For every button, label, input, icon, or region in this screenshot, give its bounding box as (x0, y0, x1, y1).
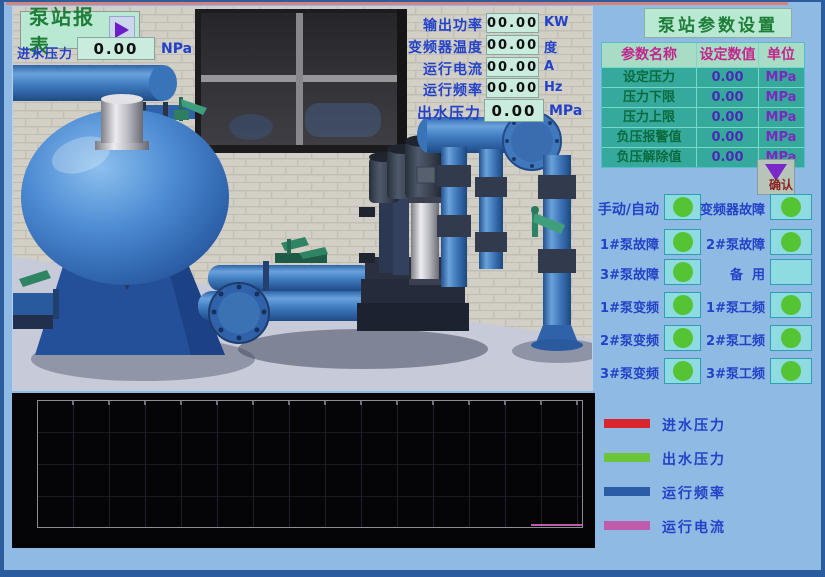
status-label: 2#泵变频 (595, 330, 659, 349)
confirm-button-label: 确认 (769, 176, 793, 193)
status-lamp-pump3-mains (770, 358, 812, 384)
param-name: 负压解除值 (602, 148, 696, 167)
table-row: 设定压力 0.00 MPa (602, 67, 804, 87)
right-panel: 泵站参数设置 参数名称 设定数值 单位 设定压力 0.00 MPa 压力下限 0… (595, 2, 825, 577)
status-lamp-vfd-fault (770, 194, 812, 220)
legend-label: 运行电流 (662, 517, 726, 537)
readout-value: 00.00 (486, 13, 539, 33)
param-name: 负压报警值 (602, 128, 696, 147)
readout-label: 运行电流 (397, 59, 483, 79)
status-label: 3#泵变频 (595, 363, 659, 382)
param-value[interactable]: 0.00 (696, 88, 758, 107)
outlet-pressure-unit: MPa (549, 103, 582, 119)
readout-label: 输出功率 (397, 15, 483, 35)
param-value[interactable]: 0.00 (696, 68, 758, 87)
readout-value: 00.00 (486, 35, 539, 55)
status-label: 1#泵故障 (595, 234, 659, 253)
status-label: 2#泵工频 (695, 330, 765, 349)
status-lamp-spare (770, 259, 812, 285)
outlet-pressure-value: 0.00 (484, 99, 544, 122)
status-label: 3#泵工频 (695, 363, 765, 382)
param-unit: MPa (758, 128, 803, 147)
param-name: 压力下限 (602, 88, 696, 107)
readout-unit: 度 (544, 37, 557, 56)
readout-value: 00.00 (486, 78, 539, 98)
legend-swatch-outlet (604, 453, 650, 462)
chart-top-ticks (38, 401, 582, 405)
table-row: 负压报警值 0.00 MPa (602, 127, 804, 147)
readout-label: 运行频率 (397, 80, 483, 100)
outlet-pressure-label: 出水压力 (389, 102, 481, 123)
inlet-pressure-value: 0.00 (77, 37, 155, 60)
settings-table-header: 参数名称 设定数值 单位 (602, 43, 804, 67)
status-lamp-pump1-mains (770, 292, 812, 318)
readout-label: 变频器温度 (397, 37, 483, 57)
status-label: 1#泵变频 (595, 297, 659, 316)
status-lamp-pump2-mains (770, 325, 812, 351)
trend-pen-current (531, 524, 583, 526)
settings-title: 泵站参数设置 (644, 8, 792, 38)
legend-swatch-frequency (604, 487, 650, 496)
readout-unit: KW (544, 15, 568, 30)
param-unit: MPa (758, 88, 803, 107)
pump-shadow (238, 329, 488, 369)
status-label: 变频器故障 (695, 199, 765, 218)
param-name: 压力上限 (602, 108, 696, 127)
confirm-button[interactable]: 确认 (757, 159, 795, 195)
status-label: 备 用 (695, 264, 765, 283)
table-row: 压力下限 0.00 MPa (602, 87, 804, 107)
settings-table: 参数名称 设定数值 单位 设定压力 0.00 MPa 压力下限 0.00 MPa… (601, 42, 805, 168)
inlet-pressure-label: 进水压力 (17, 43, 73, 62)
readout-unit: A (544, 59, 554, 74)
trend-chart-plot-area (37, 400, 583, 528)
readout-value: 00.00 (486, 57, 539, 77)
param-name: 设定压力 (602, 68, 696, 87)
param-unit: MPa (758, 108, 803, 127)
col-header: 单位 (758, 43, 803, 67)
param-value[interactable]: 0.00 (696, 128, 758, 147)
status-label: 2#泵故障 (695, 234, 765, 253)
param-value[interactable]: 0.00 (696, 108, 758, 127)
trend-chart (12, 393, 595, 548)
readout-unit: Hz (544, 80, 562, 95)
hmi-main-screen: 泵站报表 进水压力 0.00 NPa 输出功率 00.00 KW 变频器温度 0… (0, 0, 825, 577)
param-value[interactable]: 0.00 (696, 148, 758, 167)
status-lamp-pump2-fault (770, 229, 812, 255)
inlet-pressure-unit: NPa (161, 41, 192, 57)
param-unit: MPa (758, 68, 803, 87)
col-header: 参数名称 (602, 43, 696, 67)
table-row: 压力上限 0.00 MPa (602, 107, 804, 127)
legend-label: 出水压力 (662, 449, 726, 469)
legend-swatch-inlet (604, 419, 650, 428)
legend-swatch-current (604, 521, 650, 530)
col-header: 设定数值 (696, 43, 758, 67)
status-label: 1#泵工频 (695, 297, 765, 316)
status-label: 手动/自动 (595, 199, 659, 219)
legend-label: 运行频率 (662, 483, 726, 503)
status-label: 3#泵故障 (595, 264, 659, 283)
legend-label: 进水压力 (662, 415, 726, 435)
window (195, 9, 407, 153)
